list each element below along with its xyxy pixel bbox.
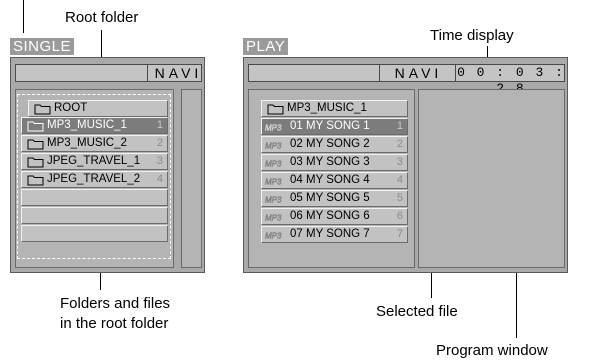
svg-text:MP3: MP3 xyxy=(265,160,282,168)
callout-program-window: Program window xyxy=(436,342,548,359)
list-item-song-5[interactable]: MP3 05 MY SONG 5 5 xyxy=(261,190,408,207)
leader-line-top-left xyxy=(23,0,25,33)
mp3-file-icon: MP3 xyxy=(265,141,282,150)
list-item-song-2[interactable]: MP3 02 MY SONG 2 2 xyxy=(261,136,408,153)
list-item-label: 02 MY SONG 2 xyxy=(290,138,370,150)
single-list-panel: ROOT MP3_MUSIC_1 1 MP3_MUSIC_2 2 JPEG_TR… xyxy=(15,89,174,268)
list-item-song-6[interactable]: MP3 06 MY SONG 6 6 xyxy=(261,208,408,225)
list-item-number: 6 xyxy=(396,210,403,222)
play-status-bar: NAVI 0 0 : 0 3 : 2 8 xyxy=(248,64,566,96)
mp3-file-icon: MP3 xyxy=(265,123,282,132)
mp3-file-icon: MP3 xyxy=(265,159,282,168)
callout-selected-file: Selected file xyxy=(376,303,458,320)
single-screen: NAVI ROOT MP3_MUSIC_1 1 MP3_MUSIC_2 2 JP… xyxy=(10,57,205,273)
root-folder-highlight xyxy=(17,94,171,259)
list-item-number: 7 xyxy=(396,228,403,240)
play-list-panel: MP3_MUSIC_1 MP3 01 MY SONG 1 1 MP3 02 MY… xyxy=(248,89,415,268)
play-navi-label: NAVI xyxy=(394,65,443,81)
play-time-cell: 0 0 : 0 3 : 2 8 xyxy=(455,65,566,96)
mp3-file-icon: MP3 xyxy=(265,177,282,186)
callout-folders-files-line2: in the root folder xyxy=(60,315,169,332)
callout-root-folder: Root folder xyxy=(65,9,139,26)
list-item-song-4[interactable]: MP3 04 MY SONG 4 4 xyxy=(261,172,408,189)
single-program-window xyxy=(181,89,202,268)
list-item-folder-mp3-music-1[interactable]: MP3_MUSIC_1 xyxy=(261,100,408,117)
callout-time-display: Time display xyxy=(430,27,514,44)
svg-text:MP3: MP3 xyxy=(265,214,282,222)
program-window xyxy=(418,89,565,268)
leader-line-folders-files xyxy=(100,270,102,290)
svg-text:MP3: MP3 xyxy=(265,178,282,186)
list-item-song-7[interactable]: MP3 07 MY SONG 7 7 xyxy=(261,226,408,243)
callout-folders-files-line1: Folders and files xyxy=(60,295,171,312)
folder-icon xyxy=(267,104,284,115)
list-item-label: 07 MY SONG 7 xyxy=(290,228,370,240)
list-item-number: 4 xyxy=(396,174,403,186)
list-item-label: 05 MY SONG 5 xyxy=(290,192,370,204)
svg-text:MP3: MP3 xyxy=(265,124,282,132)
single-mode-label: SINGLE xyxy=(10,38,75,55)
single-status-bar: NAVI xyxy=(15,64,202,82)
list-item-song-3[interactable]: MP3 03 MY SONG 3 3 xyxy=(261,154,408,171)
list-item-number: 3 xyxy=(396,156,403,168)
list-item-label: 01 MY SONG 1 xyxy=(290,120,370,132)
play-screen: NAVI 0 0 : 0 3 : 2 8 MP3_MUSIC_1 MP3 01 … xyxy=(243,57,568,273)
play-mode-label: PLAY xyxy=(243,38,289,55)
svg-text:MP3: MP3 xyxy=(265,232,282,240)
mp3-file-icon: MP3 xyxy=(265,213,282,222)
list-item-label: 03 MY SONG 3 xyxy=(290,156,370,168)
single-navi-label: NAVI xyxy=(154,65,203,81)
mp3-file-icon: MP3 xyxy=(265,231,282,240)
svg-text:MP3: MP3 xyxy=(265,196,282,204)
single-navi-cell: NAVI xyxy=(147,65,203,81)
svg-text:MP3: MP3 xyxy=(265,142,282,150)
list-item-number: 1 xyxy=(396,120,403,132)
play-navi-cell: NAVI xyxy=(379,65,451,81)
list-item-number: 2 xyxy=(396,138,403,150)
list-item-label: 06 MY SONG 6 xyxy=(290,210,370,222)
list-item-label: 04 MY SONG 4 xyxy=(290,174,370,186)
list-item-number: 5 xyxy=(396,192,403,204)
list-item-label: MP3_MUSIC_1 xyxy=(287,102,367,114)
list-item-song-1[interactable]: MP3 01 MY SONG 1 1 xyxy=(261,118,408,135)
mp3-file-icon: MP3 xyxy=(265,195,282,204)
